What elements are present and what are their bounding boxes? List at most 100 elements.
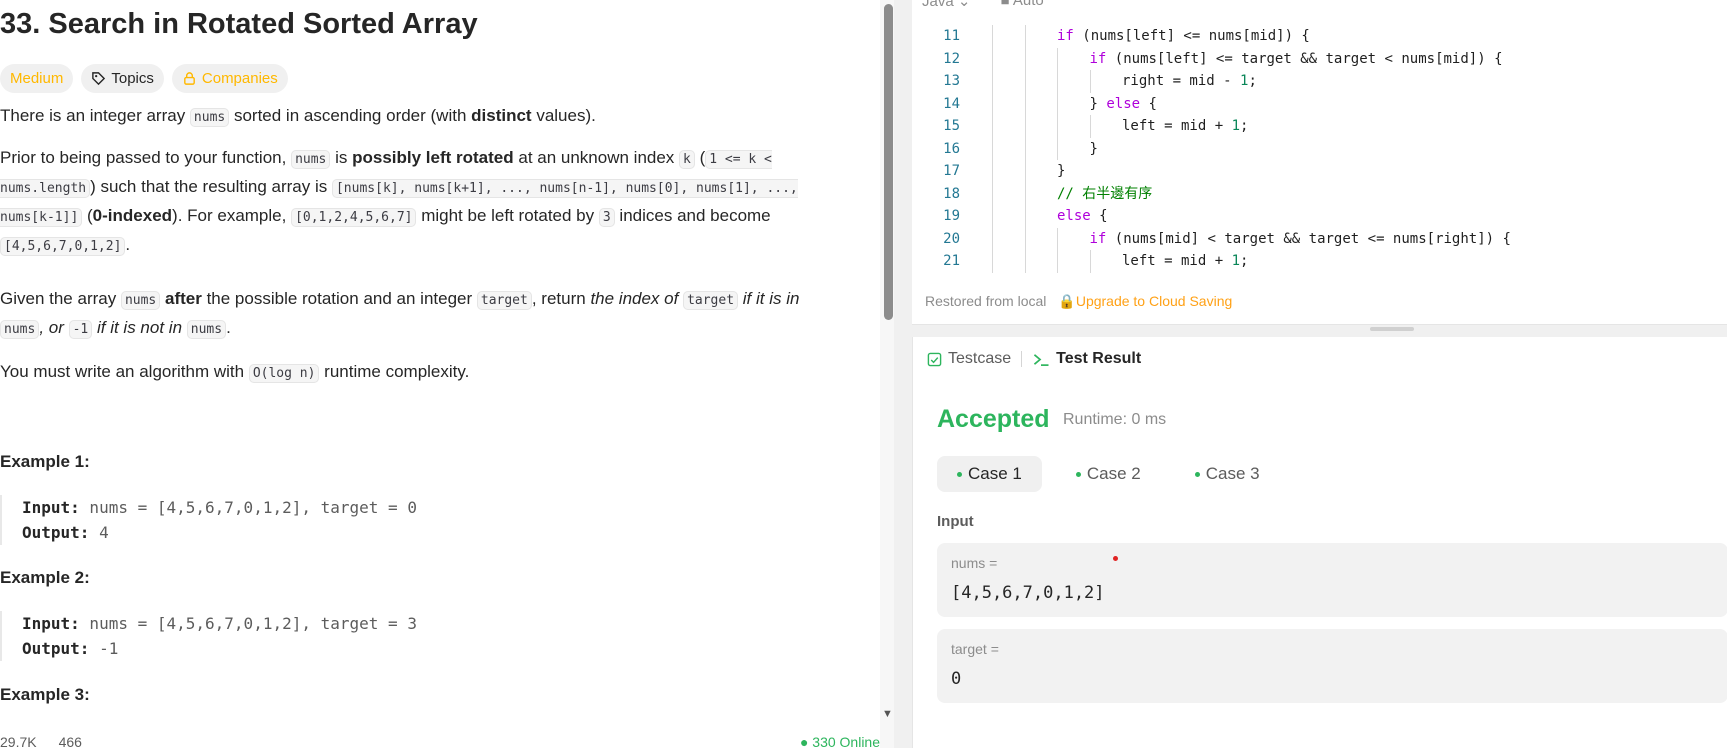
problem-title[interactable]: 33. Search in Rotated Sorted Array bbox=[0, 8, 478, 41]
output-label: Output: bbox=[22, 523, 90, 542]
indent-guide bbox=[1057, 115, 1058, 138]
scrollbar-thumb[interactable] bbox=[884, 4, 893, 320]
lock-icon bbox=[184, 72, 195, 85]
difficulty-tag[interactable]: Medium bbox=[0, 64, 74, 93]
code-editor[interactable]: Java ⌄ ■ Auto 11 if (nums[left] <= nums[m… bbox=[912, 0, 1727, 325]
tag-row: Medium Topics Companies bbox=[0, 64, 288, 93]
code-text: left = mid + 1; bbox=[1122, 118, 1249, 134]
code-line[interactable]: 12 if (nums[left] <= target && target < n… bbox=[912, 47, 1727, 70]
checkbox-icon bbox=[927, 352, 942, 366]
indent-guide bbox=[1089, 250, 1091, 273]
bold-text: 0-indexed bbox=[92, 206, 173, 225]
indent-guide bbox=[992, 70, 993, 93]
example-2-output: Output: -1 bbox=[22, 636, 860, 661]
online-count: ● 330 Online bbox=[799, 734, 880, 748]
code-text: } bbox=[1057, 163, 1066, 179]
text: Prior to being passed to your function, bbox=[0, 148, 292, 167]
inline-code: 3 bbox=[598, 208, 615, 227]
indent-guide bbox=[1024, 25, 1026, 48]
companies-tag[interactable]: Companies bbox=[171, 64, 288, 93]
input-nums-box: nums = [4,5,6,7,0,1,2] bbox=[937, 543, 1727, 617]
code-line[interactable]: 14} else { bbox=[912, 92, 1727, 115]
tab-testcase[interactable]: Testcase bbox=[927, 350, 1011, 368]
cursor-dot bbox=[1113, 556, 1118, 561]
difficulty-label: Medium bbox=[10, 70, 64, 87]
tab-result-label: Test Result bbox=[1056, 350, 1142, 367]
like-count[interactable]: 29.7K bbox=[0, 734, 37, 748]
code-line[interactable]: 13 right = mid - 1; bbox=[912, 70, 1727, 93]
bold-text: after bbox=[160, 289, 202, 308]
language-select[interactable]: Java ⌄ bbox=[922, 0, 970, 10]
lock-icon: 🔒 bbox=[1058, 293, 1076, 309]
auto-mode[interactable]: ■ Auto bbox=[1000, 0, 1043, 10]
line-number: 13 bbox=[943, 73, 960, 89]
indent-guide bbox=[1024, 227, 1026, 250]
inline-code: O(log n) bbox=[248, 364, 320, 383]
tab-test-result[interactable]: Test Result bbox=[1032, 350, 1141, 368]
indent-guide bbox=[1057, 92, 1058, 115]
code-line[interactable]: 18 // 右半邊有序 bbox=[912, 182, 1727, 205]
line-number: 21 bbox=[943, 253, 960, 269]
panel-divider-horizontal[interactable] bbox=[912, 325, 1727, 337]
indent-guide bbox=[992, 250, 993, 273]
bold-text: distinct bbox=[471, 106, 532, 125]
italic-text: if it is in bbox=[738, 289, 800, 308]
indent-guide bbox=[1024, 70, 1026, 93]
input-name: nums = bbox=[951, 555, 998, 571]
result-panel: Testcase Test Result Accepted Runtime: 0… bbox=[912, 337, 1727, 748]
line-number: 12 bbox=[943, 50, 960, 67]
input-label: Input: bbox=[22, 614, 80, 633]
input-label: Input: bbox=[22, 498, 80, 517]
indent-guide bbox=[1024, 250, 1026, 273]
output-label: Output: bbox=[22, 639, 90, 658]
comment-count[interactable]: 466 bbox=[59, 734, 82, 748]
case-label: Case 2 bbox=[1086, 464, 1141, 483]
pass-dot-icon bbox=[1194, 471, 1200, 477]
chevron-down-icon: ⌄ bbox=[957, 0, 971, 10]
italic-text: if it is not in bbox=[92, 318, 187, 337]
code-line[interactable]: 21 left = mid + 1; bbox=[912, 250, 1727, 273]
text: ) such that the resulting array is bbox=[90, 177, 332, 196]
indent-guide bbox=[1024, 137, 1026, 160]
code-line[interactable]: 19 else { bbox=[912, 205, 1727, 228]
panel-divider-vertical[interactable] bbox=[894, 0, 912, 748]
example-1-block: Input: nums = [4,5,6,7,0,1,2], target = … bbox=[0, 495, 860, 545]
case-1-tab[interactable]: Case 1 bbox=[937, 456, 1042, 492]
text: You must write an algorithm with bbox=[0, 362, 249, 381]
text: ( bbox=[82, 206, 93, 225]
code-line[interactable]: 20 if (nums[mid] < target && target <= nu… bbox=[912, 227, 1727, 250]
resize-handle[interactable] bbox=[1370, 327, 1414, 331]
code-text: } bbox=[1089, 140, 1098, 157]
input-value[interactable]: [4,5,6,7,0,1,2] bbox=[951, 583, 1105, 603]
case-2-tab[interactable]: Case 2 bbox=[1056, 456, 1161, 492]
example-2-input: Input: nums = [4,5,6,7,0,1,2], target = … bbox=[22, 611, 860, 636]
code-lines[interactable]: 11 if (nums[left] <= nums[mid]) {12 if (nu… bbox=[912, 25, 1727, 273]
editor-status: Restored from local 🔒Upgrade to Cloud Sa… bbox=[925, 293, 1232, 310]
case-3-tab[interactable]: Case 3 bbox=[1175, 456, 1280, 492]
code-line[interactable]: 17} bbox=[912, 160, 1727, 183]
input-value[interactable]: 0 bbox=[951, 669, 961, 689]
example-1-title: Example 1: bbox=[0, 452, 90, 471]
indent-guide bbox=[1057, 137, 1058, 160]
indent-guide bbox=[1057, 250, 1058, 273]
code-line[interactable]: 16} bbox=[912, 137, 1727, 160]
indent-guide bbox=[992, 47, 993, 70]
inline-code: [4,5,6,7,0,1,2] bbox=[0, 237, 126, 256]
pass-dot-icon bbox=[957, 471, 962, 477]
indent-guide bbox=[1024, 160, 1026, 183]
line-number: 15 bbox=[943, 118, 960, 134]
topics-tag[interactable]: Topics bbox=[81, 64, 164, 93]
inline-code: nums bbox=[0, 320, 40, 339]
tab-separator bbox=[1021, 351, 1023, 367]
case-label: Case 3 bbox=[1205, 464, 1260, 483]
description-paragraph-1: There is an integer array nums sorted in… bbox=[0, 102, 860, 131]
upgrade-link[interactable]: 🔒Upgrade to Cloud Saving bbox=[1058, 293, 1232, 310]
bold-text: possibly left rotated bbox=[352, 148, 514, 167]
line-number: 18 bbox=[943, 185, 960, 202]
text: the possible rotation and an integer bbox=[201, 289, 477, 308]
indent-guide bbox=[992, 160, 993, 183]
code-line[interactable]: 15 left = mid + 1; bbox=[912, 115, 1727, 138]
code-line[interactable]: 11 if (nums[left] <= nums[mid]) { bbox=[912, 25, 1727, 48]
scroll-down-icon[interactable]: ▼ bbox=[882, 708, 893, 720]
status-accepted: Accepted bbox=[937, 405, 1050, 433]
